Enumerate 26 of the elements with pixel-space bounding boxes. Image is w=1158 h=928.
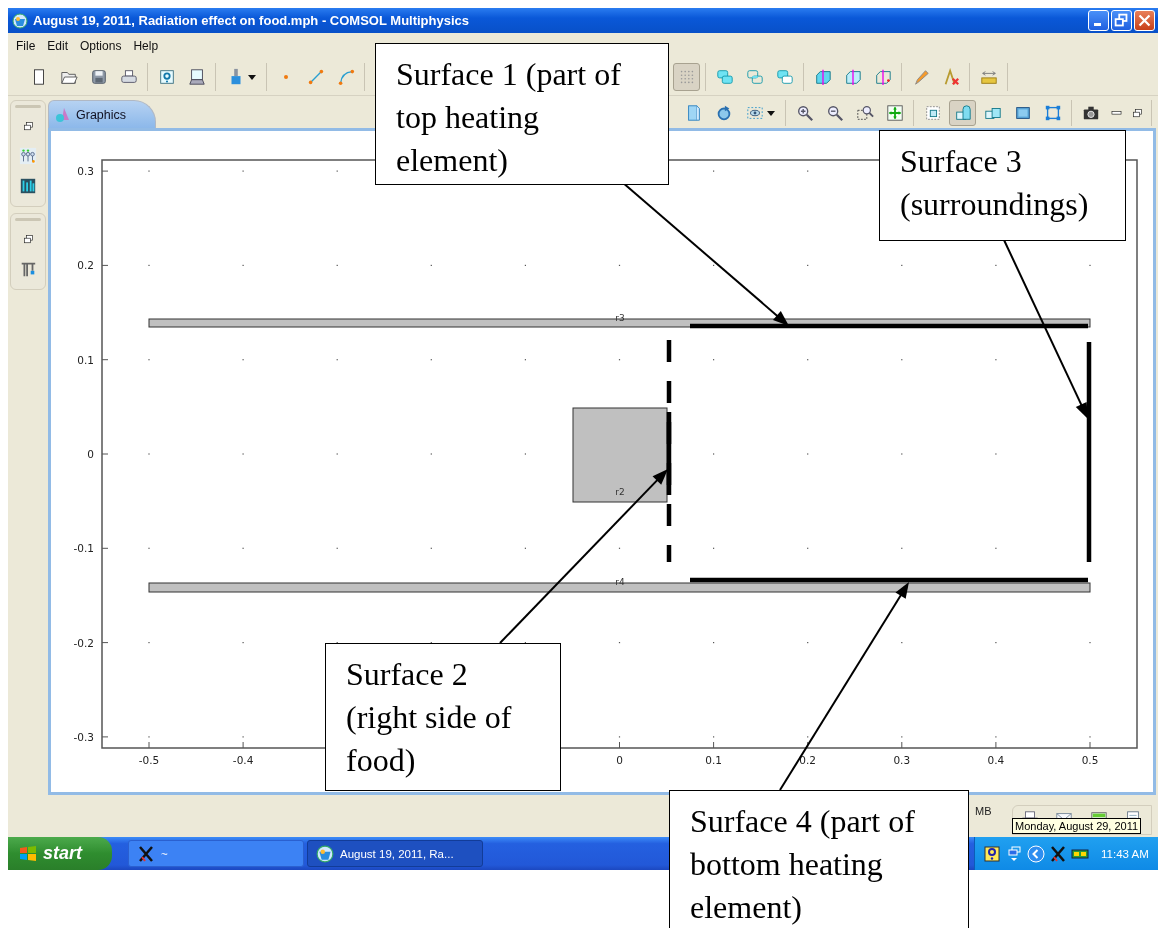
callout-text: Surface 1 (part of top heating element) xyxy=(375,43,669,185)
shape-label: r3 xyxy=(615,313,625,323)
clock: 11:43 AM xyxy=(1101,847,1149,860)
axis-tick-label: 0.1 xyxy=(77,353,94,366)
axis-tick-label: 0.3 xyxy=(893,754,911,766)
axis-tick-label: 0.5 xyxy=(1081,754,1099,766)
callout-text: Surface 4 (part of bottom heating element) xyxy=(669,790,969,928)
tooltip: Monday, August 29, 2011 xyxy=(1012,818,1142,834)
axis-tick-label: 0 xyxy=(87,448,94,460)
callout-text: Surface 2 (right side of food) xyxy=(325,643,561,791)
axis-tick-label: -0.3 xyxy=(73,730,94,743)
axis-tick-label: 0.2 xyxy=(77,259,94,272)
axis-tick-label: 0.2 xyxy=(799,754,817,766)
axis-tick-label: -0.2 xyxy=(73,636,94,649)
axis-tick-label: -0.1 xyxy=(73,542,94,555)
axis-tick-label: 0 xyxy=(616,754,623,766)
axis-tick-label: 0.1 xyxy=(705,754,722,766)
window-title: August 19, 2011, Radiation effect on food.mph - COMSOL Multiphysics xyxy=(33,13,470,28)
axis-tick-label: -0.4 xyxy=(232,754,254,766)
axis-tick-label: 0.4 xyxy=(987,754,1005,766)
memory-label: MB xyxy=(975,805,992,817)
axis-tick-label: 0.3 xyxy=(77,165,94,178)
shape-label: r2 xyxy=(615,487,625,497)
callout-text: Surface 3 (surroundings) xyxy=(879,130,1126,241)
shape-label: r4 xyxy=(615,577,625,587)
axis-tick-label: -0.5 xyxy=(138,754,160,766)
